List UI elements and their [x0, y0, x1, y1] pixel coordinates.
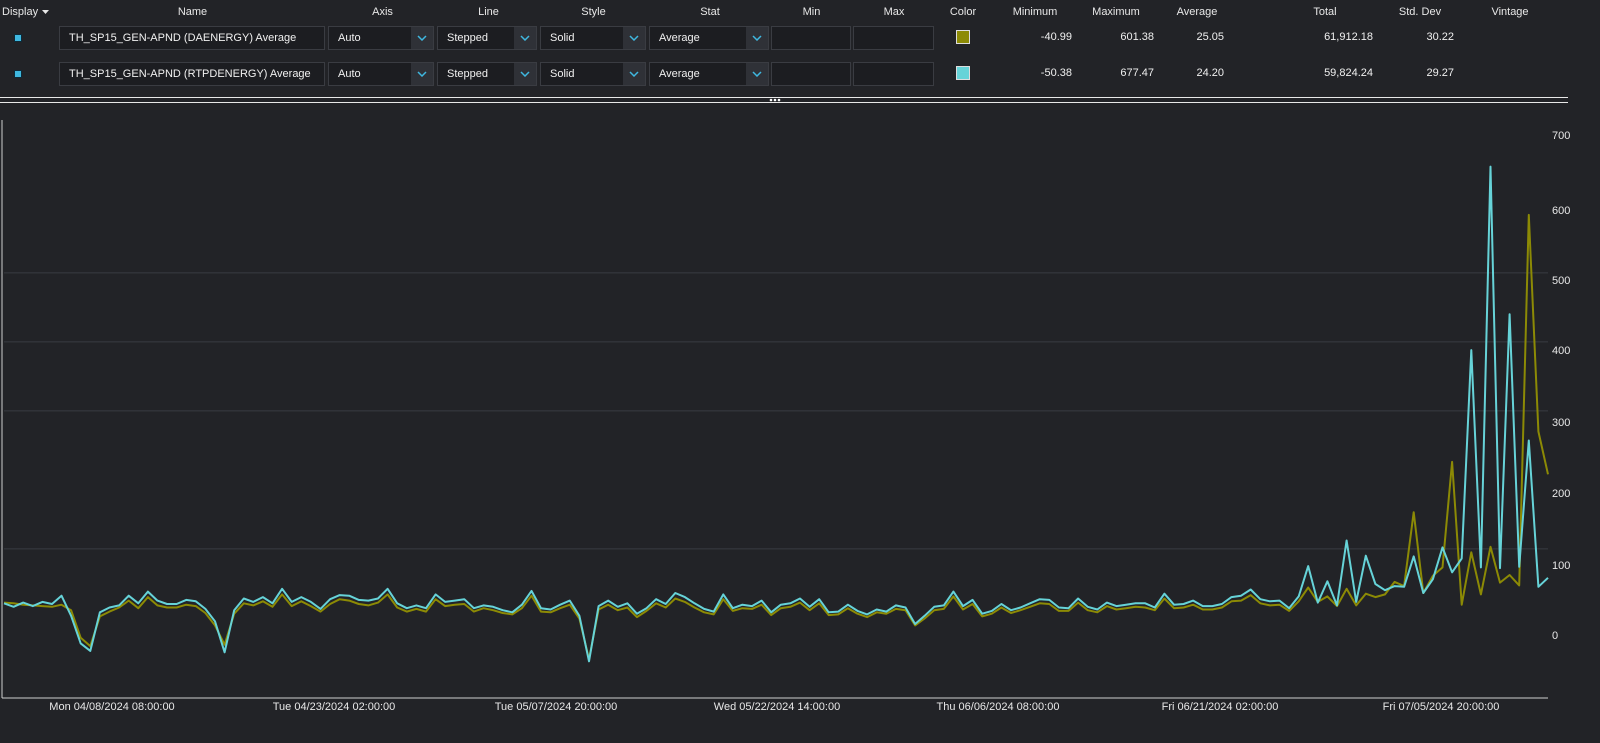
- y-tick-label: 700: [1552, 130, 1570, 142]
- x-tick-label: Thu 06/06/2024 08:00:00: [937, 701, 1060, 713]
- column-header-max[interactable]: Max: [854, 6, 934, 18]
- chevron-down-icon[interactable]: [746, 27, 768, 49]
- column-header-total[interactable]: Total: [1290, 6, 1360, 18]
- color-swatch[interactable]: [956, 66, 970, 80]
- series-line-daenergy: [3, 213, 1549, 661]
- x-axis-ticks: Mon 04/08/2024 08:00:00 Tue 04/23/2024 02…: [49, 701, 1499, 713]
- column-header-average[interactable]: Average: [1160, 6, 1234, 18]
- axis-select[interactable]: Auto: [328, 26, 434, 50]
- y-tick-label: 400: [1552, 345, 1570, 357]
- average-value: 24.20: [1196, 67, 1224, 79]
- column-header-style[interactable]: Style: [541, 6, 646, 18]
- series-grid-header: Display Name Axis Line Style Stat Min Ma…: [0, 0, 1600, 22]
- series-row: TH_SP15_GEN-APND (DAENERGY) Average Auto…: [0, 23, 1600, 53]
- column-header-vintage[interactable]: Vintage: [1480, 6, 1540, 18]
- maximum-value: 601.38: [1120, 31, 1154, 43]
- splitter-line-bottom: [0, 102, 1568, 103]
- time-series-chart[interactable]: 700 600 500 400 300 200 100 0 Mon 04/08/2024 08…: [0, 110, 1600, 740]
- style-select-value: Solid: [550, 68, 575, 80]
- series-name-field[interactable]: TH_SP15_GEN-APND (RTPDENERGY) Average: [59, 62, 325, 86]
- line-select-value: Stepped: [447, 32, 488, 44]
- y-tick-label: 600: [1552, 205, 1570, 217]
- display-toggle-checkbox[interactable]: [14, 34, 22, 42]
- column-header-axis[interactable]: Axis: [330, 6, 435, 18]
- y-tick-label: 500: [1552, 275, 1570, 287]
- y-tick-label: 200: [1552, 488, 1570, 500]
- grid-lines: [4, 272, 1548, 550]
- color-swatch[interactable]: [956, 30, 970, 44]
- series-row: TH_SP15_GEN-APND (RTPDENERGY) Average Au…: [0, 59, 1600, 89]
- y-tick-label: 100: [1552, 560, 1570, 572]
- column-header-name[interactable]: Name: [140, 6, 245, 18]
- line-select-value: Stepped: [447, 68, 488, 80]
- chevron-down-icon[interactable]: [623, 27, 645, 49]
- stat-select[interactable]: Average: [649, 26, 769, 50]
- minimum-value: -50.38: [1040, 67, 1072, 79]
- average-value: 25.05: [1196, 31, 1224, 43]
- chevron-down-icon[interactable]: [514, 63, 536, 85]
- min-input[interactable]: [771, 26, 851, 50]
- max-input[interactable]: [853, 62, 934, 86]
- line-select[interactable]: Stepped: [437, 26, 537, 50]
- x-tick-label: Tue 05/07/2024 20:00:00: [495, 701, 618, 713]
- stat-select-value: Average: [659, 32, 700, 44]
- style-select[interactable]: Solid: [540, 26, 646, 50]
- x-tick-label: Wed 05/22/2024 14:00:00: [714, 701, 840, 713]
- splitter-line-top: [0, 97, 1568, 98]
- line-select[interactable]: Stepped: [437, 62, 537, 86]
- series-line-rtpdenergy: [3, 165, 1549, 663]
- y-axis-ticks: 700 600 500 400 300 200 100 0: [1552, 130, 1570, 642]
- total-value: 59,824.24: [1324, 67, 1373, 79]
- column-header-color[interactable]: Color: [940, 6, 986, 18]
- stat-select[interactable]: Average: [649, 62, 769, 86]
- column-header-display[interactable]: Display: [2, 6, 50, 18]
- column-header-min[interactable]: Min: [772, 6, 851, 18]
- chevron-down-icon[interactable]: [514, 27, 536, 49]
- max-input[interactable]: [853, 26, 934, 50]
- chevron-down-icon[interactable]: [623, 63, 645, 85]
- series-lines: [3, 165, 1549, 663]
- minimum-value: -40.99: [1040, 31, 1072, 43]
- style-select-value: Solid: [550, 32, 575, 44]
- chevron-down-icon[interactable]: [411, 27, 433, 49]
- column-header-std-dev[interactable]: Std. Dev: [1390, 6, 1450, 18]
- chevron-down-icon[interactable]: [746, 63, 768, 85]
- chevron-down-icon[interactable]: [411, 63, 433, 85]
- std-dev-value: 29.27: [1426, 67, 1454, 79]
- x-tick-label: Fri 06/21/2024 02:00:00: [1162, 701, 1279, 713]
- x-tick-label: Tue 04/23/2024 02:00:00: [273, 701, 396, 713]
- chart-canvas[interactable]: 700 600 500 400 300 200 100 0 Mon 04/08/2024 08…: [0, 110, 1600, 740]
- axis-select[interactable]: Auto: [328, 62, 434, 86]
- maximum-value: 677.47: [1120, 67, 1154, 79]
- min-input[interactable]: [771, 62, 851, 86]
- y-tick-label: 300: [1552, 417, 1570, 429]
- display-toggle-checkbox[interactable]: [14, 70, 22, 78]
- y-tick-label: 0: [1552, 630, 1558, 642]
- total-value: 61,912.18: [1324, 31, 1373, 43]
- axis-select-value: Auto: [338, 32, 361, 44]
- column-header-stat[interactable]: Stat: [650, 6, 770, 18]
- x-tick-label: Mon 04/08/2024 08:00:00: [49, 701, 174, 713]
- panel-splitter[interactable]: [0, 96, 1600, 104]
- column-header-line[interactable]: Line: [437, 6, 540, 18]
- grip-dots-icon[interactable]: [769, 98, 781, 102]
- stat-select-value: Average: [659, 68, 700, 80]
- x-tick-label: Fri 07/05/2024 20:00:00: [1383, 701, 1500, 713]
- std-dev-value: 30.22: [1426, 31, 1454, 43]
- caret-down-icon[interactable]: [42, 6, 50, 18]
- column-header-maximum[interactable]: Maximum: [1080, 6, 1152, 18]
- series-name-field[interactable]: TH_SP15_GEN-APND (DAENERGY) Average: [59, 26, 325, 50]
- axis-select-value: Auto: [338, 68, 361, 80]
- column-header-minimum[interactable]: Minimum: [1000, 6, 1070, 18]
- style-select[interactable]: Solid: [540, 62, 646, 86]
